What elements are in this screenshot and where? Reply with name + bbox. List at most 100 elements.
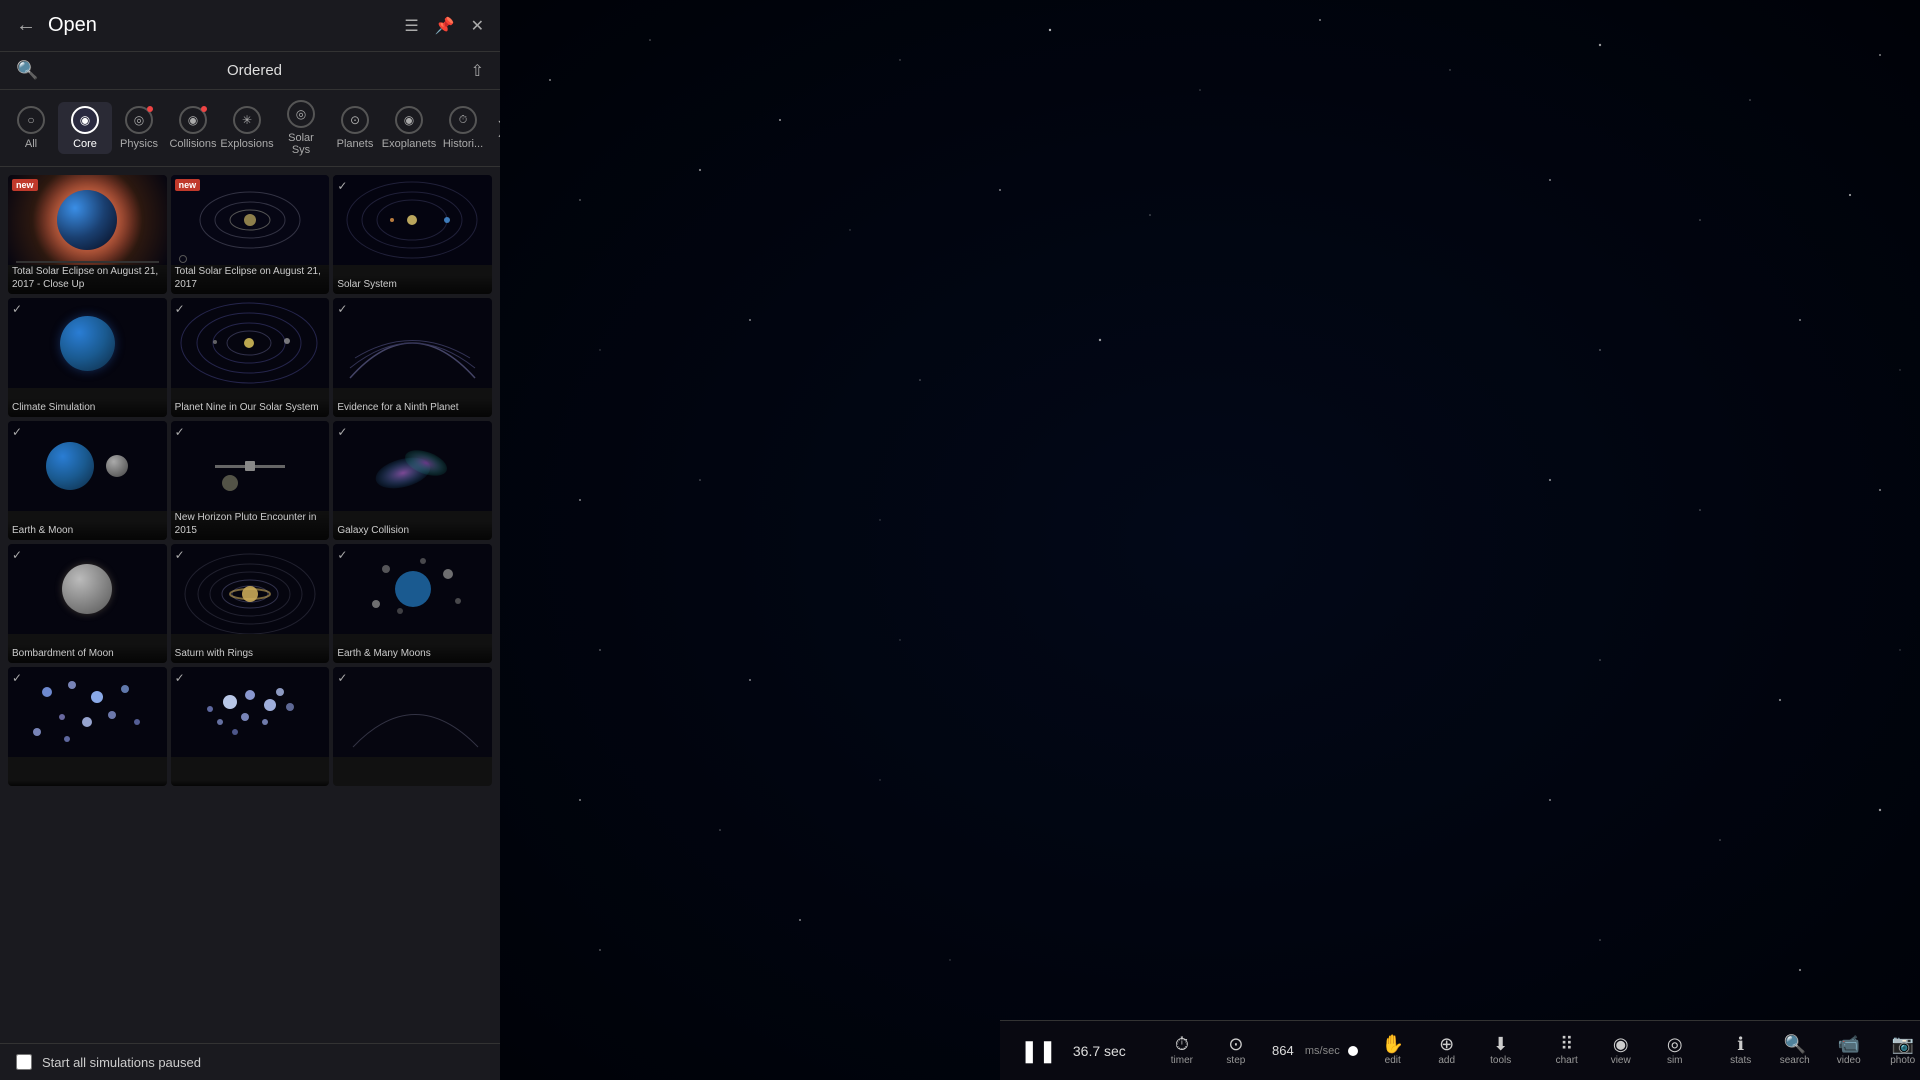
toolbar-stats[interactable]: ℹ stats [1716,1031,1766,1070]
sim-card-climate[interactable]: ✓ Climate Simulation [8,298,167,417]
check-stars2: ✓ [175,671,185,685]
sim-label-eclipse-closeup: Total Solar Eclipse on August 21, 2017 -… [8,262,167,294]
toolbar-photo[interactable]: 📷 photo [1878,1031,1920,1070]
tab-history[interactable]: ⏱ Histori... [436,102,490,154]
sim-label-stars1 [8,780,167,786]
sim-card-stars2[interactable]: ✓ [171,667,330,786]
content-area[interactable]: new Total Solar Eclipse on August 21, 20… [0,167,500,1043]
check-saturn: ✓ [175,548,185,562]
speed-value: 864 [1265,1043,1301,1058]
photo-icon: 📷 [1892,1035,1914,1053]
bottom-toolbar: ❚❚ 36.7 sec ⏱ timer ⊙ step 864 ms/sec [1000,1020,1920,1080]
toolbar-video[interactable]: 📹 video [1824,1031,1874,1070]
grid-row-2: ✓ Earth & Moon ✓ New Horizon Pluto Encou… [8,421,492,540]
close-button[interactable]: ✕ [471,16,484,36]
sim-card-ninth-planet[interactable]: ✓ Evidence for a Ninth Planet [333,298,492,417]
checkbox-row: Start all simulations paused [0,1043,500,1080]
toolbar-tools[interactable]: ⬇ tools [1476,1031,1526,1070]
sim-card-eclipse-wide[interactable]: new Total Solar Eclipse on August 21, 20… [171,175,330,294]
panel-title-row: ← Open [16,14,97,37]
sim-card-earth-moon[interactable]: ✓ Earth & Moon [8,421,167,540]
badge-new-eclipse-wide: new [175,179,201,191]
solarsys-icon: ◎ [287,100,315,128]
check-climate: ✓ [12,302,22,316]
tab-planets[interactable]: ⊙ Planets [328,102,382,154]
video-icon: 📹 [1838,1035,1860,1053]
tab-explosions[interactable]: ✳ Explosions [220,102,274,154]
toolbar-sim[interactable]: ◎ sim [1650,1031,1700,1070]
toolbar-chart[interactable]: ⠿ chart [1542,1031,1592,1070]
sim-card-eclipse-closeup[interactable]: new Total Solar Eclipse on August 21, 20… [8,175,167,294]
check-ninth-planet: ✓ [337,302,347,316]
sim-label-eclipse-wide: Total Solar Eclipse on August 21, 2017 [171,262,330,294]
speed-slider-thumb [1348,1046,1358,1056]
sim-card-stars1[interactable]: ✓ [8,667,167,786]
edit-label: edit [1385,1055,1401,1066]
tools-icon: ⬇ [1493,1035,1508,1053]
sim-label-saturn: Saturn with Rings [171,644,330,663]
start-paused-checkbox[interactable] [16,1054,32,1070]
badge-new-eclipse-closeup: new [12,179,38,191]
list-icon-button[interactable]: ☰ [404,16,418,36]
step-icon: ⊙ [1228,1035,1243,1053]
tab-all[interactable]: ○ All [4,102,58,154]
check-solar-system: ✓ [337,179,347,193]
sim-card-saturn[interactable]: ✓ Saturn with Rings [171,544,330,663]
sim-card-bombardment[interactable]: ✓ Bombardment of Moon [8,544,167,663]
sim-card-new-horizon[interactable]: ✓ New Horizon Pluto Encounter in 2015 [171,421,330,540]
sim-card-item3[interactable]: ✓ [333,667,492,786]
exoplanets-icon: ◉ [395,106,423,134]
timer-label: timer [1171,1055,1193,1066]
left-panel: ← Open ☰ 📌 ✕ 🔍 Ordered ⇧ ○ All ◉ Core [0,0,500,1080]
sort-ascending-button[interactable]: ⇧ [471,61,484,81]
sim-label-climate: Climate Simulation [8,398,167,417]
search-icon: 🔍 [1784,1035,1806,1053]
time-display: 36.7 sec [1073,1043,1153,1059]
category-tabs: ○ All ◉ Core ◎ Physics ◉ Collisions ✳ Ex… [0,90,500,167]
add-label: add [1438,1055,1455,1066]
main-container: ← Open ☰ 📌 ✕ 🔍 Ordered ⇧ ○ All ◉ Core [0,0,1920,1080]
sim-label-new-horizon: New Horizon Pluto Encounter in 2015 [171,508,330,540]
tabs-scroll-right[interactable]: ❯ [490,118,500,138]
edit-icon: ✋ [1382,1035,1404,1053]
check-stars1: ✓ [12,671,22,685]
start-paused-label[interactable]: Start all simulations paused [42,1055,201,1070]
toolbar-add[interactable]: ⊕ add [1422,1031,1472,1070]
grid-row-3: ✓ Bombardment of Moon [8,544,492,663]
toolbar-search[interactable]: 🔍 search [1770,1031,1820,1070]
sim-label-bombardment: Bombardment of Moon [8,644,167,663]
sim-card-earth-moons[interactable]: ✓ Earth & Many Moons [333,544,492,663]
tab-exoplanets[interactable]: ◉ Exoplanets [382,102,436,154]
panel-header: ← Open ☰ 📌 ✕ [0,0,500,52]
grid-row-1: ✓ Climate Simulation [8,298,492,417]
pin-icon-button[interactable]: 📌 [435,16,455,36]
sim-label-galaxy-collision: Galaxy Collision [333,521,492,540]
speed-unit: ms/sec [1305,1045,1340,1057]
check-item3: ✓ [337,671,347,685]
core-icon: ◉ [71,106,99,134]
add-icon: ⊕ [1439,1035,1454,1053]
tab-collisions[interactable]: ◉ Collisions [166,102,220,154]
tab-solarsys[interactable]: ◎ Solar Sys [274,96,328,160]
toolbar-timer[interactable]: ⏱ timer [1157,1031,1207,1070]
toolbar-view[interactable]: ◉ view [1596,1031,1646,1070]
sim-label: sim [1667,1055,1683,1066]
grid-row-0: new Total Solar Eclipse on August 21, 20… [8,175,492,294]
toolbar-step[interactable]: ⊙ step [1211,1031,1261,1070]
search-label: search [1780,1055,1810,1066]
tab-physics[interactable]: ◎ Physics [112,102,166,154]
back-button[interactable]: ← [16,14,36,37]
tab-core[interactable]: ◉ Core [58,102,112,154]
physics-icon: ◎ [125,106,153,134]
sim-card-solar-system[interactable]: ✓ Solar System [333,175,492,294]
play-pause-button[interactable]: ❚❚ [1012,1038,1065,1064]
check-galaxy-collision: ✓ [337,425,347,439]
chart-label: chart [1556,1055,1578,1066]
search-button[interactable]: 🔍 [16,60,38,81]
sim-card-galaxy-collision[interactable]: ✓ Galaxy Collision [333,421,492,540]
header-icons: ☰ 📌 ✕ [404,16,484,36]
sim-icon: ◎ [1667,1035,1683,1053]
toolbar-edit[interactable]: ✋ edit [1368,1031,1418,1070]
sim-label-ninth-planet: Evidence for a Ninth Planet [333,398,492,417]
sim-card-planet-nine[interactable]: ✓ Planet Nine in Our Solar System [171,298,330,417]
